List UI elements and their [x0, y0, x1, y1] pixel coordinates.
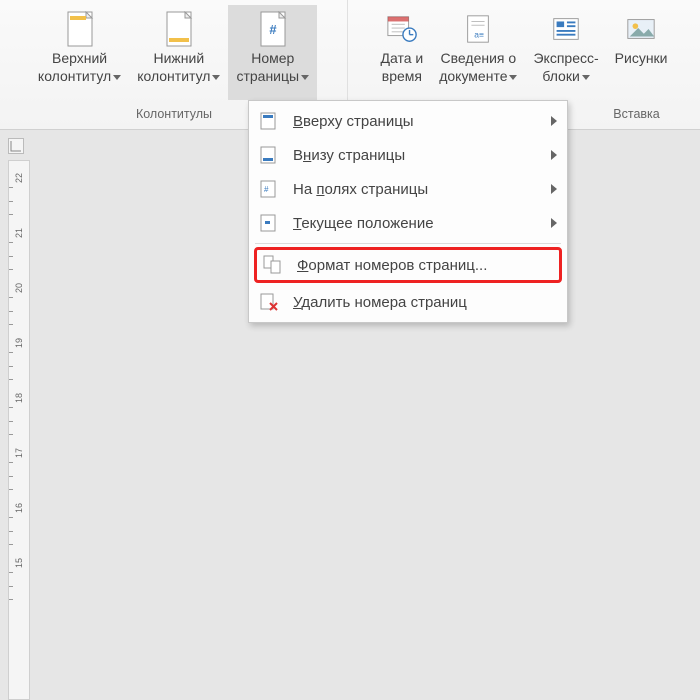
- ruler-mark: 16: [14, 498, 24, 518]
- footer-button-label1: Нижний: [153, 50, 204, 67]
- submenu-arrow-icon: [551, 218, 557, 228]
- doc-info-icon: a≡: [462, 9, 494, 49]
- footer-button[interactable]: Нижний колонтитул: [129, 5, 228, 100]
- date-time-button-label1: Дата и: [381, 50, 424, 67]
- quick-parts-icon: [550, 9, 582, 49]
- header-icon: [64, 9, 96, 49]
- ribbon-group-insert: Дата и время a≡ Сведения о документе: [348, 0, 700, 100]
- menu-item-label: Формат номеров страниц...: [297, 257, 553, 274]
- svg-text:a≡: a≡: [475, 29, 485, 39]
- ruler-mark: 19: [14, 333, 24, 353]
- menu-item-label: На полях страницы: [293, 181, 543, 198]
- pictures-button-label2: [639, 68, 643, 85]
- header-button[interactable]: Верхний колонтитул: [30, 5, 129, 100]
- svg-text:#: #: [264, 185, 269, 194]
- remove-page-numbers-icon: [259, 292, 281, 312]
- doc-info-button[interactable]: a≡ Сведения о документе: [431, 5, 525, 100]
- menu-item-format-page-numbers[interactable]: Формат номеров страниц...: [254, 247, 562, 283]
- ruler-mark: 15: [14, 553, 24, 573]
- caret-icon: [509, 75, 517, 80]
- menu-item-current-position[interactable]: Текущее положение: [249, 206, 567, 240]
- menu-item-label: Внизу страницы: [293, 147, 543, 164]
- quick-parts-button[interactable]: Экспресс- блоки: [525, 5, 606, 100]
- menu-item-label: Вверху страницы: [293, 113, 543, 130]
- ruler-mark: 21: [14, 223, 24, 243]
- caret-icon: [301, 75, 309, 80]
- date-time-button-label2: время: [382, 68, 422, 85]
- caret-icon: [113, 75, 121, 80]
- pictures-button[interactable]: Рисунки: [607, 5, 676, 100]
- menu-item-label: Текущее положение: [293, 215, 543, 232]
- quick-parts-button-label1: Экспресс-: [533, 50, 598, 67]
- caret-icon: [212, 75, 220, 80]
- doc-info-button-label1: Сведения о: [441, 50, 517, 67]
- menu-item-bottom-of-page[interactable]: Внизу страницы: [249, 138, 567, 172]
- header-button-label2: колонтитул: [38, 68, 121, 85]
- submenu-arrow-icon: [551, 184, 557, 194]
- date-time-button[interactable]: Дата и время: [373, 5, 432, 100]
- menu-separator: [255, 243, 561, 244]
- svg-text:#: #: [269, 22, 277, 37]
- page-number-button-label1: Номер: [251, 50, 294, 67]
- ribbon-row: Верхний колонтитул Нижний колонтитул: [0, 0, 700, 100]
- footer-icon: [163, 9, 195, 49]
- menu-item-top-of-page[interactable]: Вверху страницы: [249, 104, 567, 138]
- submenu-arrow-icon: [551, 116, 557, 126]
- pictures-icon: [625, 9, 657, 49]
- ribbon-group-header-footer: Верхний колонтитул Нижний колонтитул: [0, 0, 348, 100]
- top-of-page-icon: [259, 111, 281, 131]
- header-button-label1: Верхний: [52, 50, 107, 67]
- bottom-of-page-icon: [259, 145, 281, 165]
- menu-item-label: Удалить номера страниц: [293, 294, 557, 311]
- date-time-icon: [386, 9, 418, 49]
- ruler-mark: 17: [14, 443, 24, 463]
- current-position-icon: [259, 213, 281, 233]
- footer-button-label2: колонтитул: [137, 68, 220, 85]
- format-page-numbers-icon: [263, 255, 285, 275]
- page-number-button-label2: страницы: [236, 68, 309, 85]
- page-number-icon: #: [257, 9, 289, 49]
- page-number-menu: Вверху страницы Внизу страницы # На поля…: [248, 100, 568, 323]
- vertical-ruler[interactable]: 22 21 20 19 18 17 16 15: [8, 160, 30, 700]
- ruler-mark: 18: [14, 388, 24, 408]
- quick-parts-button-label2: блоки: [542, 68, 589, 85]
- ruler-mark: 22: [14, 168, 24, 188]
- ruler-mark: 20: [14, 278, 24, 298]
- ruler-corner: [8, 138, 24, 154]
- menu-item-remove-page-numbers[interactable]: Удалить номера страниц: [249, 285, 567, 319]
- caret-icon: [582, 75, 590, 80]
- page-margins-icon: #: [259, 179, 281, 199]
- doc-info-button-label2: документе: [439, 68, 517, 85]
- page-number-button[interactable]: # Номер страницы: [228, 5, 317, 100]
- menu-item-page-margins[interactable]: # На полях страницы: [249, 172, 567, 206]
- pictures-button-label1: Рисунки: [615, 50, 668, 67]
- submenu-arrow-icon: [551, 150, 557, 160]
